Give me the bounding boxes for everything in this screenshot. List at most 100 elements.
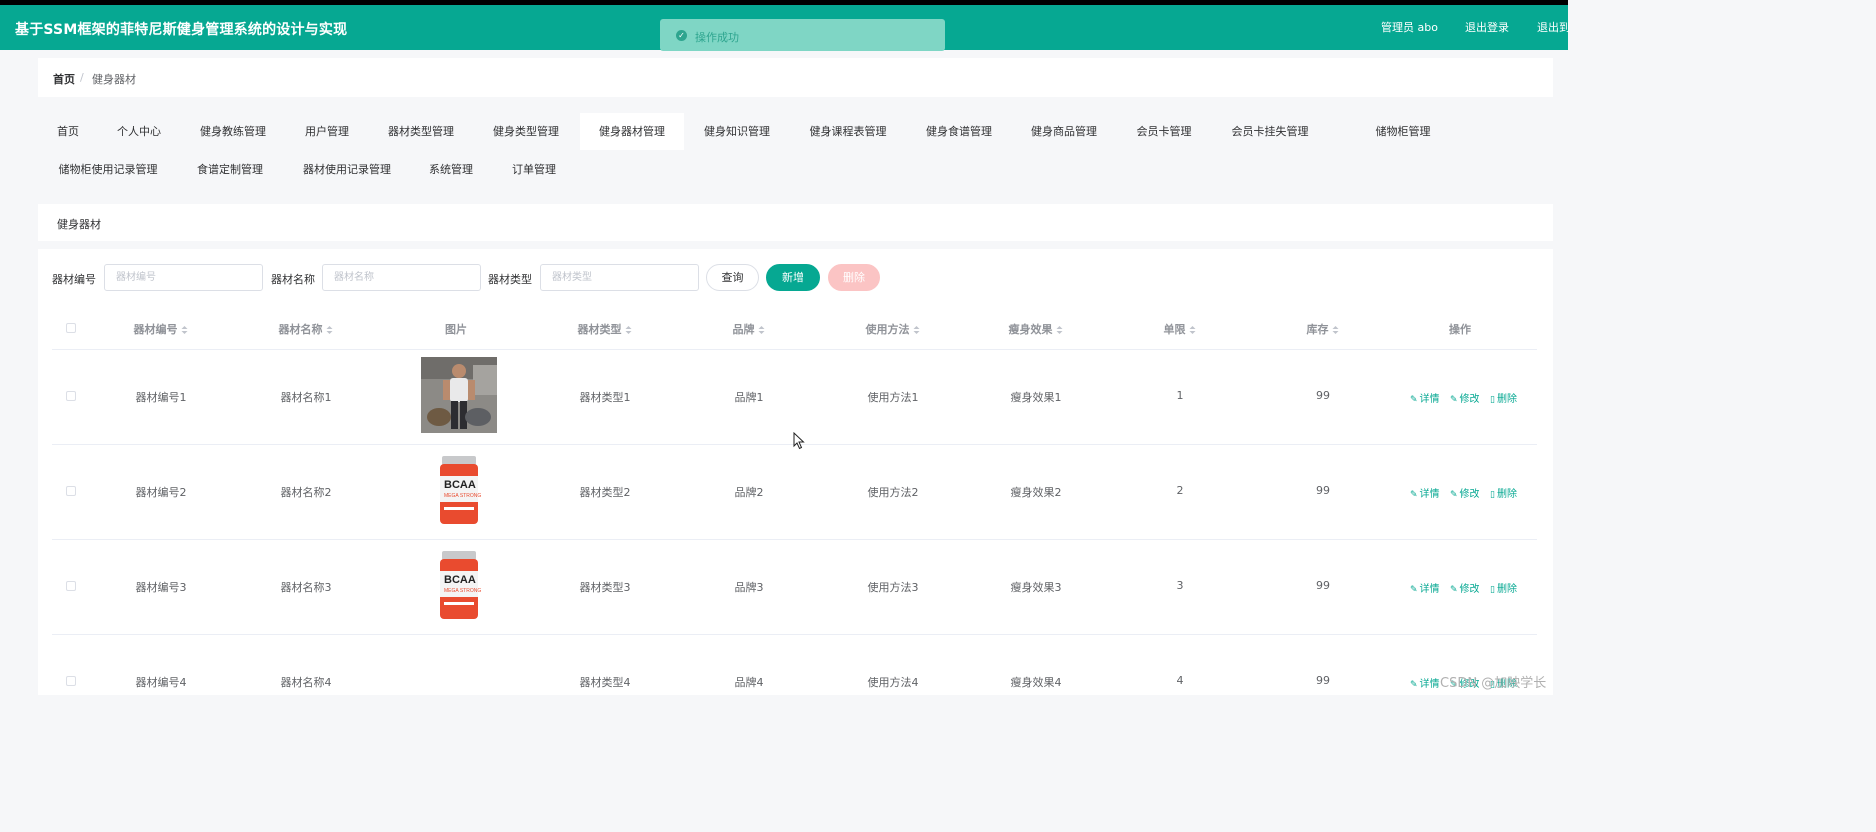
edit-pencil-icon: ✎ <box>1410 585 1418 595</box>
edit-pencil-icon: ✎ <box>1450 585 1458 595</box>
sort-caret-icon[interactable] <box>913 325 921 335</box>
nav-item-6[interactable]: 健身类型管理 <box>488 113 564 150</box>
nav-item-7[interactable]: 健身器材管理 <box>580 113 684 150</box>
column-header-label: 使用方法 <box>865 323 910 336</box>
cell-effect: 瘦身效果4 <box>1010 676 1062 689</box>
column-header-9[interactable]: 库存 <box>1307 321 1340 337</box>
nav-item-12[interactable]: 会员卡管理 <box>1131 113 1197 150</box>
svg-text:BCAA: BCAA <box>444 574 476 586</box>
nav-item-17[interactable]: 器材使用记录管理 <box>297 151 397 188</box>
delete-link[interactable]: ▯ 删除 <box>1490 390 1517 405</box>
query-button[interactable]: 查询 <box>706 264 759 291</box>
cell-name: 器材名称1 <box>280 391 332 404</box>
column-header-1[interactable]: 器材编号 <box>134 321 189 337</box>
breadcrumb-home[interactable]: 首页 <box>53 71 75 87</box>
cell-brand: 品牌4 <box>734 676 764 689</box>
nav-item-16[interactable]: 食谱定制管理 <box>192 151 268 188</box>
column-header-5[interactable]: 品牌 <box>733 321 766 337</box>
column-header-4[interactable]: 器材类型 <box>578 321 633 337</box>
toast-message: 操作成功 <box>695 31 739 44</box>
column-header-7[interactable]: 瘦身效果 <box>1009 321 1064 337</box>
column-header-label: 操作 <box>1449 323 1471 336</box>
edit-link[interactable]: ✎ 修改 <box>1450 580 1480 595</box>
nav-item-1[interactable]: 首页 <box>53 113 83 150</box>
nav-item-14[interactable]: 储物柜管理 <box>1370 113 1436 150</box>
breadcrumb-separator: / <box>80 71 84 84</box>
section-title: 健身器材 <box>57 218 101 231</box>
cell-effect: 瘦身效果1 <box>1010 391 1062 404</box>
sort-caret-icon[interactable] <box>1056 325 1064 335</box>
detail-link[interactable]: ✎ 详情 <box>1410 390 1440 405</box>
edit-pencil-icon: ✎ <box>1450 395 1458 405</box>
success-toast: ✓ 操作成功 <box>660 19 945 51</box>
main-panel <box>38 249 1553 695</box>
filter-type-label: 器材类型 <box>488 273 532 286</box>
sort-caret-icon[interactable] <box>625 325 633 335</box>
logout-link[interactable]: 退出登录 <box>1465 19 1509 35</box>
delete-link[interactable]: ▯ 删除 <box>1490 485 1517 500</box>
nav-item-10[interactable]: 健身食谱管理 <box>921 113 997 150</box>
add-button[interactable]: 新增 <box>766 264 820 291</box>
row-checkbox[interactable] <box>66 581 76 591</box>
app-title: 基于SSM框架的菲特尼斯健身管理系统的设计与实现 <box>15 22 348 38</box>
row-checkbox[interactable] <box>66 391 76 401</box>
filter-code-input[interactable] <box>104 264 263 291</box>
column-header-6[interactable]: 使用方法 <box>866 321 921 337</box>
logout-to-frontend-link[interactable]: 退出到 <box>1537 19 1570 35</box>
bcaa-product-image: BCAA MEGA STRONG <box>421 547 497 623</box>
edit-link[interactable]: ✎ 修改 <box>1450 485 1480 500</box>
nav-item-9[interactable]: 健身课程表管理 <box>804 113 892 150</box>
nav-item-5[interactable]: 器材类型管理 <box>383 113 459 150</box>
delete-link-label: 删除 <box>1496 489 1517 500</box>
edit-link-label: 修改 <box>1459 394 1480 405</box>
row-checkbox[interactable] <box>66 486 76 496</box>
delete-link[interactable]: ▯ 删除 <box>1490 580 1517 595</box>
column-header-10: 操作 <box>1449 321 1471 337</box>
sort-caret-icon[interactable] <box>1332 325 1340 335</box>
trash-icon: ▯ <box>1490 395 1495 405</box>
column-header-2[interactable]: 器材名称 <box>279 321 334 337</box>
column-header-label: 器材编号 <box>133 323 178 336</box>
edit-link[interactable]: ✎ 修改 <box>1450 390 1480 405</box>
nav-item-15[interactable]: 储物柜使用记录管理 <box>53 151 163 188</box>
nav-item-13[interactable]: 会员卡挂失管理 <box>1226 113 1314 150</box>
nav-item-8[interactable]: 健身知识管理 <box>699 113 775 150</box>
sort-caret-icon[interactable] <box>1189 325 1197 335</box>
cell-code: 器材编号2 <box>135 486 187 499</box>
sort-caret-icon[interactable] <box>181 325 189 335</box>
edit-link-label: 修改 <box>1459 489 1480 500</box>
cell-code: 器材编号1 <box>135 391 187 404</box>
column-header-label: 瘦身效果 <box>1008 323 1053 336</box>
edit-pencil-icon: ✎ <box>1450 490 1458 500</box>
nav-item-19[interactable]: 订单管理 <box>507 151 561 188</box>
nav-item-11[interactable]: 健身商品管理 <box>1026 113 1102 150</box>
nav-item-3[interactable]: 健身教练管理 <box>195 113 271 150</box>
nav-item-2[interactable]: 个人中心 <box>112 113 166 150</box>
bcaa-product-image: BCAA MEGA STRONG <box>421 452 497 528</box>
row-checkbox[interactable] <box>66 676 76 686</box>
filter-type-input[interactable] <box>540 264 699 291</box>
column-header-8[interactable]: 单限 <box>1164 321 1197 337</box>
cell-usage: 使用方法3 <box>867 581 919 594</box>
detail-link[interactable]: ✎ 详情 <box>1410 580 1440 595</box>
row-divider <box>52 634 1537 635</box>
batch-delete-button[interactable]: 删除 <box>828 264 880 291</box>
delete-link-label: 删除 <box>1496 584 1517 595</box>
detail-link-label: 详情 <box>1419 584 1440 595</box>
cell-brand: 品牌2 <box>734 486 764 499</box>
sort-caret-icon[interactable] <box>758 325 766 335</box>
edit-pencil-icon: ✎ <box>1410 490 1418 500</box>
nav-item-4[interactable]: 用户管理 <box>300 113 354 150</box>
select-all-checkbox[interactable] <box>66 323 76 333</box>
check-circle-icon: ✓ <box>676 30 687 41</box>
cell-stock: 99 <box>1316 674 1330 687</box>
detail-link[interactable]: ✎ 详情 <box>1410 485 1440 500</box>
detail-link[interactable]: ✎ 详情 <box>1410 675 1440 690</box>
filter-name-input[interactable] <box>322 264 481 291</box>
sort-caret-icon[interactable] <box>326 325 334 335</box>
admin-user-label[interactable]: 管理员 abo <box>1381 19 1438 35</box>
nav-item-18[interactable]: 系统管理 <box>424 151 478 188</box>
breadcrumb: 首页 / 健身器材 <box>38 58 1553 97</box>
filter-code-label: 器材编号 <box>52 273 96 286</box>
detail-link-label: 详情 <box>1419 679 1440 690</box>
